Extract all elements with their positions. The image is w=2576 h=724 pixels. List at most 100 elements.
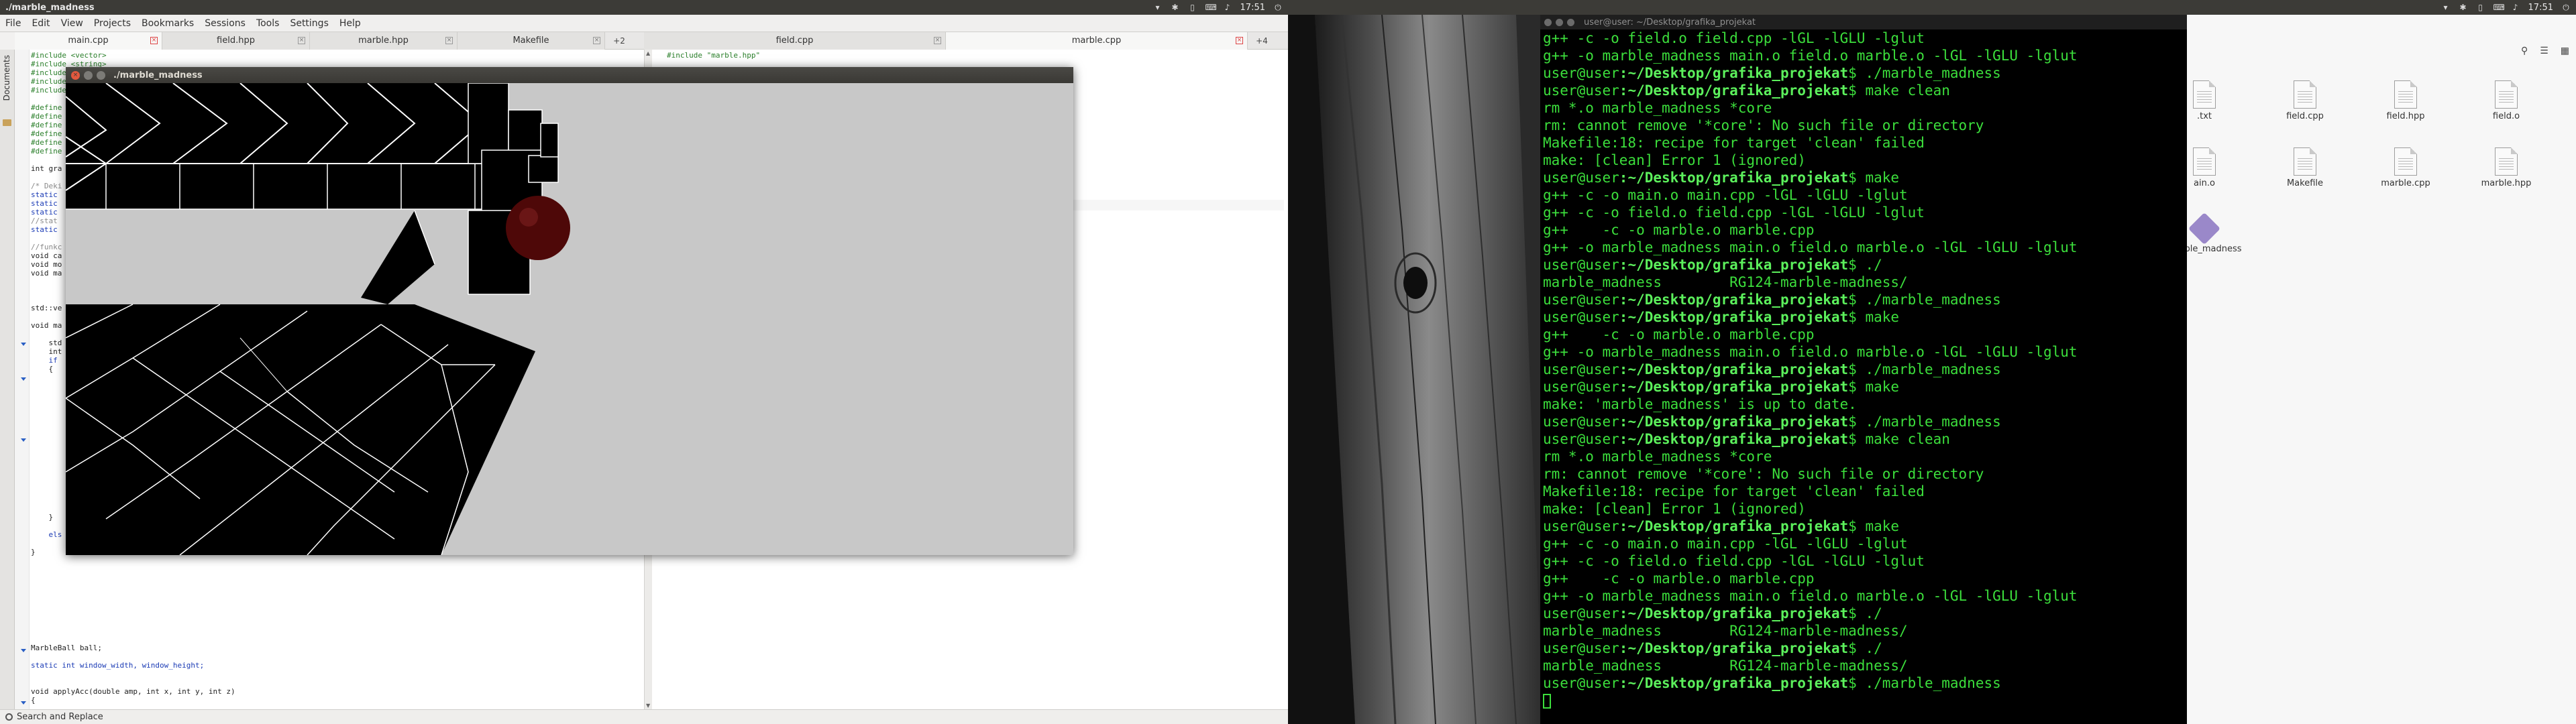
terminal-command-line: user@user:~/Desktop/grafika_projekat$ ./: [1543, 640, 2078, 657]
menu-view[interactable]: View: [56, 18, 89, 29]
volume-icon[interactable]: ♪: [2511, 3, 2520, 11]
close-icon[interactable]: ×: [71, 70, 80, 80]
terminal-titlebar[interactable]: user@user: ~/Desktop/grafika_projekat: [1540, 15, 2187, 29]
prompt-path: :~/Desktop/grafika_projekat: [1619, 309, 1849, 325]
tab-field-cpp[interactable]: field.cpp ×: [644, 32, 946, 50]
active-window-title: ./marble_madness: [5, 2, 95, 13]
minimize-icon[interactable]: [84, 70, 93, 80]
fold-arrow-icon[interactable]: [21, 343, 26, 346]
battery-icon[interactable]: ▯: [2476, 3, 2485, 11]
bluetooth-icon[interactable]: ✱: [2459, 3, 2468, 11]
list-view-icon[interactable]: ☰: [2540, 46, 2548, 56]
tab-main-cpp[interactable]: main.cpp ×: [15, 32, 162, 50]
power-icon[interactable]: ⏻: [2561, 3, 2571, 11]
clock[interactable]: 17:51: [1240, 3, 1265, 13]
desktop-file-field-hpp[interactable]: field.hpp: [2365, 80, 2446, 121]
folder-icon[interactable]: [3, 119, 11, 126]
command-text: make clean: [1865, 431, 1950, 447]
text-cursor: [1543, 694, 1551, 709]
maximize-icon[interactable]: [1567, 18, 1574, 26]
menu-settings[interactable]: Settings: [284, 18, 333, 29]
document-icon: [2193, 147, 2216, 176]
keyboard-icon[interactable]: ⌨: [2493, 3, 2505, 11]
menu-tools[interactable]: Tools: [251, 18, 285, 29]
close-tab-icon[interactable]: ×: [1236, 37, 1243, 44]
grid-view-icon[interactable]: ▦: [2561, 46, 2569, 56]
prompt-sign: $: [1848, 675, 1866, 691]
command-text: ./marble_madness: [1865, 675, 2001, 691]
terminal-output[interactable]: g++ -c -o field.o field.cpp -lGL -lGLU -…: [1543, 29, 2078, 709]
documents-tab[interactable]: Documents: [2, 55, 11, 101]
tab-label: Makefile: [513, 36, 549, 46]
desktop-file-field-cpp[interactable]: field.cpp: [2265, 80, 2345, 121]
network-icon[interactable]: ▾: [2441, 3, 2451, 11]
menu-help[interactable]: Help: [334, 18, 366, 29]
command-text: make clean: [1865, 82, 1950, 99]
search-icon[interactable]: [5, 713, 13, 721]
menu-bookmarks[interactable]: Bookmarks: [136, 18, 199, 29]
menu-projects[interactable]: Projects: [89, 18, 136, 29]
terminal-window[interactable]: user@user: ~/Desktop/grafika_projekat g+…: [1540, 15, 2187, 724]
prompt-sign: $: [1848, 640, 1866, 656]
close-tab-icon[interactable]: ×: [150, 37, 158, 44]
terminal-output-line: marble_madness RG124-marble-madness/: [1543, 658, 1908, 674]
close-tab-icon[interactable]: ×: [298, 37, 305, 44]
fold-arrow-icon[interactable]: [21, 377, 26, 381]
terminal-output-line: g++ -o marble_madness main.o field.o mar…: [1543, 588, 2078, 604]
search-icon[interactable]: ⚲: [2521, 46, 2528, 56]
prompt-sign: $: [1848, 309, 1866, 325]
close-tab-icon[interactable]: ×: [445, 37, 453, 44]
battery-icon[interactable]: ▯: [1188, 3, 1197, 11]
prompt-user: user@user: [1543, 675, 1619, 691]
close-tab-icon[interactable]: ×: [593, 37, 600, 44]
more-tabs-button[interactable]: +2: [605, 32, 633, 49]
menu-edit[interactable]: Edit: [26, 18, 55, 29]
status-bar: Search and Replace: [0, 709, 1288, 724]
search-replace-label[interactable]: Search and Replace: [17, 712, 103, 722]
terminal-cursor-line[interactable]: [1543, 692, 2078, 709]
menu-sessions[interactable]: Sessions: [199, 18, 251, 29]
fold-arrow-icon[interactable]: [21, 438, 26, 442]
desktop-file-marble-cpp[interactable]: marble.cpp: [2365, 147, 2446, 188]
tab-field-hpp[interactable]: field.hpp ×: [162, 32, 310, 50]
desktop-file-field-o[interactable]: field.o: [2466, 80, 2546, 121]
keyboard-icon[interactable]: ⌨: [1205, 3, 1217, 11]
scroll-down-icon[interactable]: ▼: [646, 703, 651, 709]
fold-arrow-icon[interactable]: [21, 649, 26, 652]
side-panel: Documents: [0, 50, 15, 709]
volume-icon[interactable]: ♪: [1223, 3, 1232, 11]
prompt-path: :~/Desktop/grafika_projekat: [1619, 414, 1849, 430]
power-icon[interactable]: ⏻: [1273, 3, 1283, 11]
network-icon[interactable]: ▾: [1153, 3, 1163, 11]
top-panel-right: ▾ ✱ ▯ ⌨ ♪ 17:51 ⏻: [1288, 0, 2576, 15]
fold-arrow-icon[interactable]: [21, 701, 26, 705]
window-titlebar[interactable]: × ./marble_madness: [66, 67, 1073, 83]
prompt-sign: $: [1848, 170, 1866, 186]
marble-madness-window[interactable]: × ./marble_madness: [66, 67, 1073, 555]
bluetooth-icon[interactable]: ✱: [1171, 3, 1180, 11]
command-text: ./marble_madness: [1865, 414, 2001, 430]
command-text: make: [1865, 518, 1900, 534]
command-text: ./: [1865, 640, 1882, 656]
tab-makefile[interactable]: Makefile ×: [458, 32, 605, 50]
game-viewport[interactable]: [66, 83, 1073, 555]
more-tabs-button[interactable]: +4: [1248, 32, 1276, 49]
close-tab-icon[interactable]: ×: [934, 37, 941, 44]
close-icon[interactable]: [1544, 18, 1552, 26]
minimize-icon[interactable]: [1556, 18, 1563, 26]
menu-file[interactable]: File: [0, 18, 26, 29]
code-line: {: [31, 696, 36, 705]
tab-marble-cpp[interactable]: marble.cpp ×: [946, 32, 1248, 50]
desktop-file-makefile[interactable]: Makefile: [2265, 147, 2345, 188]
scroll-up-icon[interactable]: ▲: [646, 51, 651, 56]
clock-right[interactable]: 17:51: [2528, 3, 2553, 13]
terminal-output-line: marble_madness RG124-marble-madness/: [1543, 274, 1908, 290]
maximize-icon[interactable]: [97, 70, 105, 80]
terminal-command-line: user@user:~/Desktop/grafika_projekat$ ./: [1543, 256, 2078, 274]
code-line: void applyAcc(double amp, int x, int y, …: [31, 687, 235, 696]
tab-marble-hpp[interactable]: marble.hpp ×: [310, 32, 458, 50]
desktop-file-marble-hpp[interactable]: marble.hpp: [2466, 147, 2546, 188]
